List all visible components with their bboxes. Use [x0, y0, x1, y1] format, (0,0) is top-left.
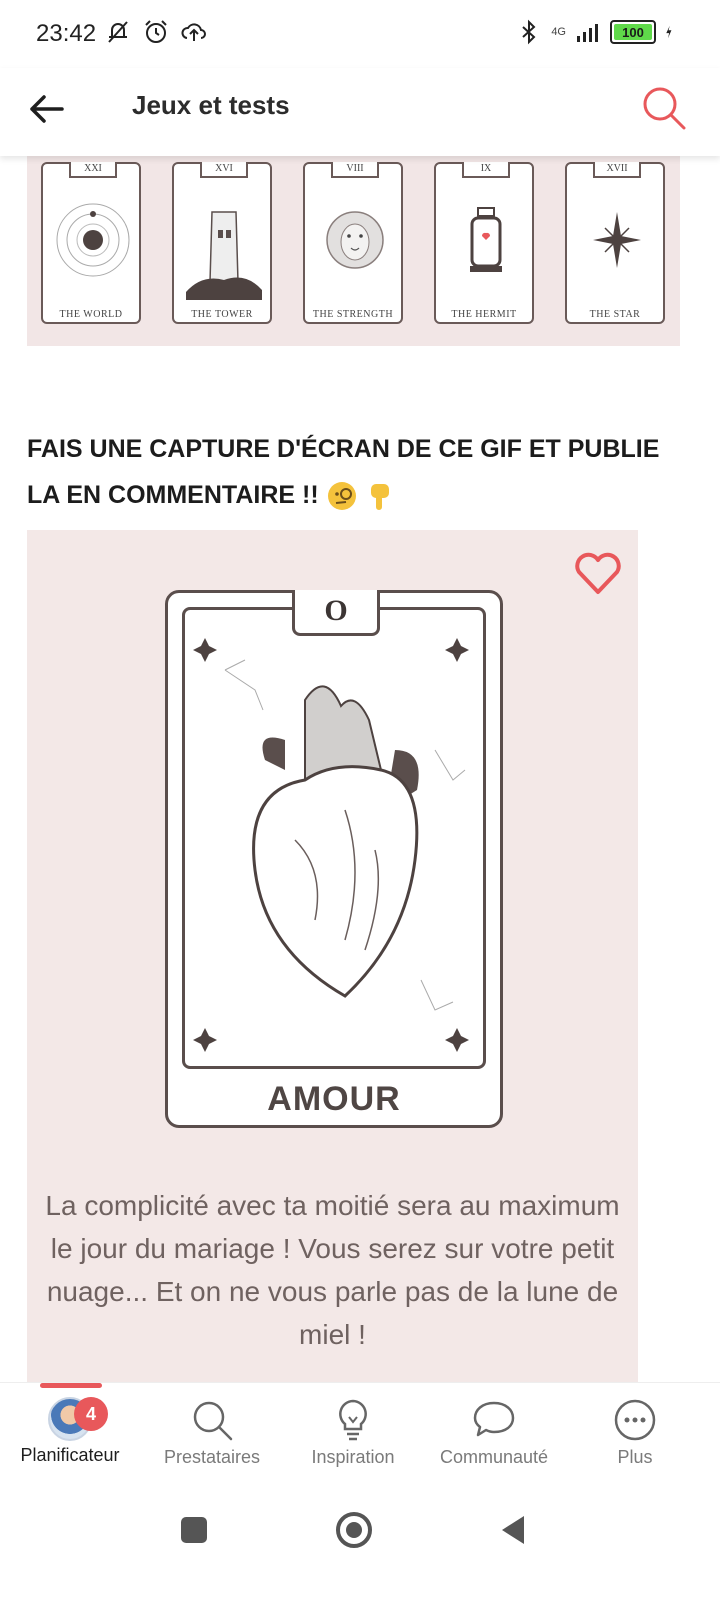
tarot-card-tower: XVI THE TOWER	[172, 162, 272, 324]
bottom-navigation: 4 Planificateur Prestataires Inspiration…	[0, 1382, 720, 1489]
nav-label: Planificateur	[20, 1445, 120, 1465]
search-icon	[193, 1401, 233, 1441]
card-numeral: XVII	[593, 162, 641, 178]
nav-label: Plus	[617, 1447, 653, 1467]
card-numeral: XXI	[69, 162, 117, 178]
tower-illustration-icon	[186, 211, 262, 300]
more-icon	[614, 1399, 656, 1441]
card-name: THE STAR	[589, 309, 641, 320]
heart-outline-icon[interactable]	[573, 550, 623, 596]
nav-communaute[interactable]: Communauté	[424, 1397, 564, 1468]
card-title: AMOUR	[267, 1080, 401, 1118]
battery-icon: 100	[610, 20, 656, 44]
nav-inspiration[interactable]: Inspiration	[283, 1397, 423, 1468]
monocle-face-emoji	[327, 482, 356, 511]
card-numeral: XVI	[200, 162, 248, 178]
notification-badge: 4	[74, 1397, 108, 1431]
nav-label: Inspiration	[311, 1447, 395, 1467]
world-illustration-icon	[56, 203, 130, 277]
nav-prestataires[interactable]: Prestataires	[142, 1397, 282, 1468]
card-name: THE STRENGTH	[312, 309, 394, 320]
back-icon[interactable]	[494, 1510, 534, 1550]
nav-label: Communauté	[439, 1447, 549, 1467]
battery-level: 100	[622, 24, 644, 40]
recents-icon[interactable]	[174, 1510, 214, 1550]
notifications-muted-icon	[108, 21, 128, 43]
active-tab-indicator	[40, 1383, 102, 1388]
lightbulb-icon	[339, 1399, 367, 1441]
app-bar: Jeux et tests	[0, 68, 720, 156]
pointing-down-emoji	[370, 484, 389, 511]
card-name: THE TOWER	[191, 309, 253, 320]
heart-illustration-icon	[193, 638, 469, 1052]
post-headline: FAIS UNE CAPTURE D'ÉCRAN DE CE GIF ET PU…	[27, 426, 667, 518]
tarot-gif: O AMOUR La complicité avec ta moitié ser…	[27, 530, 638, 1382]
bluetooth-icon	[522, 19, 536, 45]
signal-icon	[577, 24, 598, 42]
tarot-card-hermit: IX THE HERMIT	[434, 162, 534, 324]
nav-plus[interactable]: Plus	[565, 1397, 705, 1468]
lantern-illustration-icon	[470, 207, 502, 272]
card-description: La complicité avec ta moitié sera au max…	[45, 1190, 620, 1350]
status-time: 23:42	[36, 20, 97, 47]
status-bar: 23:42 4G 100	[0, 0, 720, 68]
alarm-icon	[145, 20, 167, 43]
star-illustration-icon	[593, 212, 641, 268]
charging-icon	[666, 25, 672, 39]
arrow-left-icon[interactable]	[24, 86, 70, 132]
nav-label: Prestataires	[163, 1447, 261, 1467]
amour-tarot-card: O AMOUR	[165, 590, 503, 1128]
post-content: XXI THE WORLD XVI THE TOWER VIII THE STR…	[0, 156, 720, 1382]
lion-illustration-icon	[326, 211, 384, 269]
home-icon[interactable]	[334, 1510, 374, 1550]
chat-bubble-icon	[473, 1401, 515, 1437]
card-name: THE HERMIT	[451, 309, 517, 320]
card-numeral: O	[292, 590, 380, 636]
cloud-sync-icon	[181, 23, 206, 41]
tarot-card-strength: VIII THE STRENGTH	[303, 162, 403, 324]
tarot-card-world: XXI THE WORLD	[41, 162, 141, 324]
system-navigation-bar	[0, 1488, 720, 1600]
tarot-strip-image: XXI THE WORLD XVI THE TOWER VIII THE STR…	[27, 156, 680, 346]
search-icon[interactable]	[638, 82, 690, 134]
page-title: Jeux et tests	[132, 90, 290, 120]
card-numeral: IX	[462, 162, 510, 178]
tarot-card-star: XVII THE STAR	[565, 162, 665, 324]
nav-planificateur[interactable]: 4 Planificateur	[0, 1397, 140, 1466]
network-type: 4G	[551, 25, 566, 38]
card-numeral: VIII	[331, 162, 379, 178]
card-name: THE WORLD	[59, 309, 123, 320]
